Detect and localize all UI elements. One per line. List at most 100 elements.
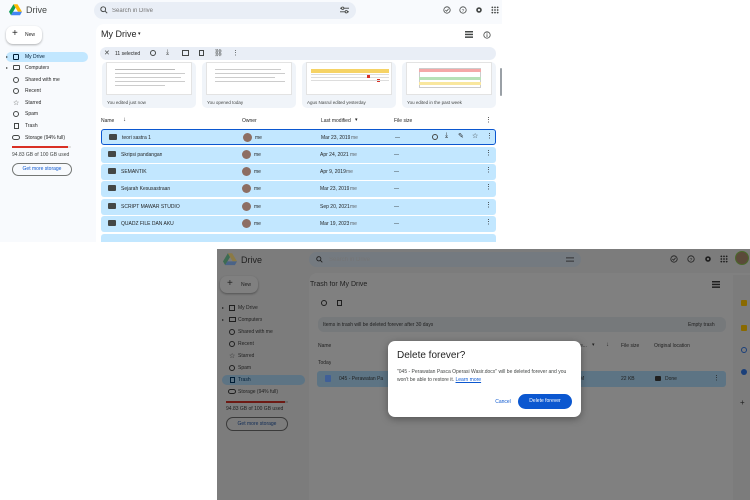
column-header-owner[interactable]: Owner (242, 118, 257, 124)
sidebar-item-my-drive[interactable]: ▸ My Drive (222, 303, 305, 313)
column-header-modified[interactable]: e... (580, 343, 587, 349)
add-addon-icon[interactable]: + (740, 398, 745, 407)
column-header-file-size[interactable]: File size (621, 343, 639, 349)
more-vert-icon[interactable]: ⋮ (485, 183, 492, 191)
sidebar-item-starred[interactable]: ☆ Starred (222, 351, 305, 361)
sort-arrow-icon[interactable]: ↓ (606, 342, 609, 348)
search-input[interactable] (329, 254, 529, 265)
trash-icon[interactable] (199, 50, 204, 56)
column-header-file-size[interactable]: File size (394, 118, 412, 124)
offline-status-icon[interactable] (443, 6, 451, 14)
sort-arrow-icon[interactable]: ↓ (123, 117, 126, 123)
get-more-storage-button[interactable]: Get more storage (226, 417, 288, 431)
help-icon[interactable]: ? (687, 255, 695, 263)
search-bar[interactable] (309, 252, 581, 267)
sort-down-icon[interactable]: ▾ (592, 342, 595, 348)
table-row[interactable]: QUADZ FILE DAN AKU me Mar 19, 2023 me — … (101, 216, 496, 232)
search-bar[interactable] (94, 2, 356, 19)
clock-filter-icon[interactable] (321, 300, 327, 306)
more-vert-icon[interactable]: ⋮ (485, 218, 492, 226)
apps-grid-icon[interactable] (491, 6, 499, 14)
move-folder-icon[interactable] (182, 50, 189, 56)
delete-forever-button[interactable]: Delete forever (518, 394, 572, 409)
sidebar-item-spam[interactable]: Spam (6, 109, 88, 119)
cancel-button[interactable]: Cancel (491, 396, 515, 408)
grid-view-icon[interactable] (712, 281, 720, 288)
search-options-icon[interactable] (566, 256, 574, 263)
more-vert-icon[interactable]: ⋮ (485, 201, 492, 209)
sidebar-item-recent[interactable]: Recent (222, 339, 305, 349)
apps-grid-icon[interactable] (720, 255, 728, 263)
offline-status-icon[interactable] (670, 255, 678, 263)
sidebar-item-computers[interactable]: ▸ Computers (6, 63, 88, 73)
download-icon[interactable]: ⤓ (166, 49, 169, 57)
sidebar-item-trash[interactable]: Trash (6, 121, 88, 131)
star-icon[interactable]: ☆ (472, 132, 478, 140)
new-button[interactable]: + New (220, 276, 258, 293)
calendar-icon[interactable] (741, 300, 747, 306)
get-more-storage-button[interactable]: Get more storage (12, 163, 72, 176)
column-header-name[interactable]: Name (101, 118, 114, 124)
page-title[interactable]: My Drive (101, 29, 137, 39)
keep-icon[interactable] (741, 325, 747, 331)
expand-arrow-icon[interactable]: ▸ (222, 317, 224, 322)
sidebar-item-spam[interactable]: Spam (222, 363, 305, 373)
column-header-name[interactable]: Name (318, 343, 331, 349)
sidebar-item-recent[interactable]: Recent (6, 86, 88, 96)
settings-gear-icon[interactable] (704, 255, 712, 263)
sidebar-item-starred[interactable]: ☆ Starred (6, 98, 88, 108)
suggested-file-card[interactable]: You edited in the past week (402, 62, 496, 108)
table-row[interactable]: teori sastra 1 me Mar 23, 2019 me — ⤓ ✎ … (101, 129, 496, 145)
suggested-file-card[interactable]: Agus Nasrul edited yesterday (302, 62, 396, 108)
more-vert-icon[interactable]: ⋮ (485, 149, 492, 157)
more-vert-icon[interactable]: ⋮ (486, 132, 493, 140)
drive-logo-icon[interactable] (223, 253, 237, 266)
settings-gear-icon[interactable] (475, 6, 483, 14)
expand-arrow-icon[interactable]: ▸ (6, 54, 8, 59)
rename-pencil-icon[interactable]: ✎ (458, 132, 464, 140)
more-vert-icon[interactable]: ⋮ (232, 49, 239, 57)
search-input[interactable] (112, 5, 312, 16)
search-icon[interactable] (100, 6, 108, 14)
sidebar-item-storage[interactable]: Storage (94% full) (222, 387, 305, 397)
suggested-file-card[interactable]: You opened today (202, 62, 296, 108)
drive-logo-icon[interactable] (9, 4, 22, 16)
sidebar-item-computers[interactable]: ▸ Computers (222, 315, 305, 325)
sidebar-item-shared-with-me[interactable]: Shared with me (222, 327, 305, 337)
sidebar-item-my-drive[interactable]: ▸ My Drive (6, 52, 88, 62)
trash-filter-icon[interactable] (337, 300, 342, 306)
table-row-partial[interactable] (101, 234, 496, 242)
sidebar-item-trash[interactable]: Trash (222, 375, 305, 385)
column-header-original-location[interactable]: Original location (654, 343, 690, 349)
more-vert-icon[interactable]: ⋮ (485, 166, 492, 174)
contacts-icon[interactable] (741, 369, 747, 375)
link-icon[interactable]: ⛓ (214, 49, 223, 57)
column-header-last-modified[interactable]: Last modified (321, 118, 351, 124)
more-vert-icon[interactable]: ⋮ (713, 374, 720, 382)
table-row[interactable]: Skripsi pandangan me Apr 24, 2021 me — ⋮ (101, 147, 496, 163)
avatar[interactable] (735, 251, 749, 265)
search-options-icon[interactable] (340, 6, 349, 14)
help-icon[interactable]: ? (459, 6, 467, 14)
search-icon[interactable] (316, 256, 323, 263)
share-person-icon[interactable] (150, 50, 156, 56)
info-icon[interactable] (483, 31, 491, 39)
close-icon[interactable]: ✕ (104, 49, 110, 57)
expand-arrow-icon[interactable]: ▸ (222, 305, 224, 310)
learn-more-link[interactable]: Learn more (456, 377, 482, 383)
download-icon[interactable]: ⤓ (445, 132, 448, 140)
suggested-file-card[interactable]: You edited just now (102, 62, 196, 108)
table-row[interactable]: SCRIPT MAWAR STUDIO me Sep 20, 2021 me —… (101, 199, 496, 215)
expand-arrow-icon[interactable]: ▸ (6, 65, 8, 70)
share-person-icon[interactable] (432, 134, 438, 140)
sidebar-item-shared-with-me[interactable]: Shared with me (6, 75, 88, 85)
title-dropdown-icon[interactable]: ▾ (138, 31, 141, 37)
sidebar-item-storage[interactable]: Storage (94% full) (6, 133, 88, 143)
table-row[interactable]: SEMANTIK me Apr 9, 2019 me — ⋮ (101, 164, 496, 180)
table-row[interactable]: Sejarah Kesusastraan me Mar 23, 2019 me … (101, 181, 496, 197)
sort-down-icon[interactable]: ▾ (355, 117, 358, 123)
scrollbar[interactable] (500, 68, 502, 96)
new-button[interactable]: + New (6, 26, 42, 44)
list-view-icon[interactable] (465, 31, 473, 38)
empty-trash-button[interactable]: Empty trash (688, 322, 715, 328)
